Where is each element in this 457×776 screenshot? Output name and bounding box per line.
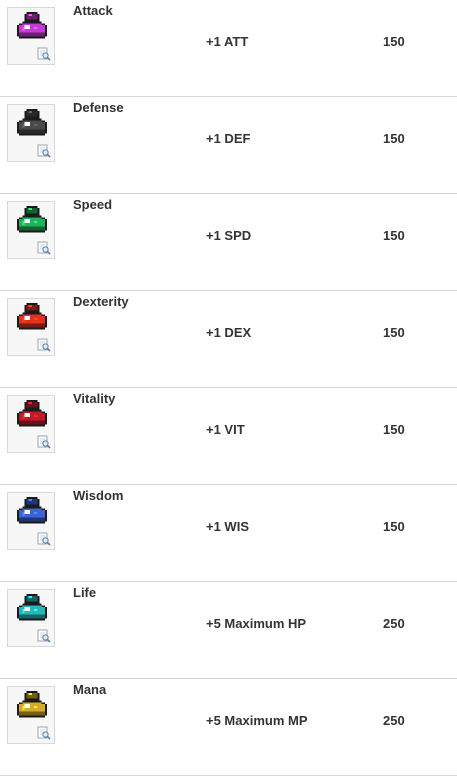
- attack-potion-icon: [17, 12, 47, 39]
- image-thumbnail[interactable]: [7, 492, 55, 550]
- item-name: Wisdom: [73, 488, 124, 503]
- life-potion-icon: [17, 594, 47, 621]
- item-price: 150: [383, 34, 405, 49]
- image-thumbnail[interactable]: [7, 395, 55, 453]
- item-price: 150: [383, 519, 405, 534]
- vitality-potion-icon: [17, 400, 47, 427]
- image-thumbnail[interactable]: [7, 7, 55, 65]
- image-thumbnail[interactable]: [7, 686, 55, 744]
- item-effect: +5 Maximum MP: [206, 713, 308, 728]
- speed-potion-icon: [17, 206, 47, 233]
- item-effect: +5 Maximum HP: [206, 616, 307, 631]
- image-thumbnail[interactable]: [7, 298, 55, 356]
- item-price: 150: [383, 228, 405, 243]
- item-effect: +1 VIT: [206, 422, 245, 437]
- item-name: Vitality: [73, 391, 116, 406]
- item-effect: +1 DEF: [206, 131, 251, 146]
- item-name: Mana: [73, 682, 107, 697]
- item-price: 150: [383, 131, 405, 146]
- list-item: Dexterity +1 DEX 150: [0, 291, 457, 388]
- item-effect: +1 ATT: [206, 34, 249, 49]
- mana-potion-icon: [17, 691, 47, 718]
- list-item: Speed +1 SPD 150: [0, 194, 457, 291]
- magnify-icon[interactable]: [37, 532, 51, 546]
- image-thumbnail[interactable]: [7, 589, 55, 647]
- item-price: 250: [383, 713, 405, 728]
- item-name: Life: [73, 585, 97, 600]
- item-price: 150: [383, 325, 405, 340]
- list-item: Life +5 Maximum HP 250: [0, 582, 457, 679]
- list-item: Vitality +1 VIT 150: [0, 388, 457, 485]
- list-item: Wisdom +1 WIS 150: [0, 485, 457, 582]
- item-name: Defense: [73, 100, 124, 115]
- list-item: Mana +5 Maximum MP 250: [0, 679, 457, 776]
- magnify-icon[interactable]: [37, 144, 51, 158]
- item-effect: +1 DEX: [206, 325, 252, 340]
- potion-list: Attack +1 ATT 150 Defense +1 DEF 150 Spe…: [0, 0, 457, 776]
- item-price: 150: [383, 422, 405, 437]
- magnify-icon[interactable]: [37, 435, 51, 449]
- item-name: Dexterity: [73, 294, 129, 309]
- dexterity-potion-icon: [17, 303, 47, 330]
- item-effect: +1 WIS: [206, 519, 249, 534]
- magnify-icon[interactable]: [37, 726, 51, 740]
- list-item: Defense +1 DEF 150: [0, 97, 457, 194]
- item-effect: +1 SPD: [206, 228, 252, 243]
- item-name: Attack: [73, 3, 113, 18]
- magnify-icon[interactable]: [37, 47, 51, 61]
- image-thumbnail[interactable]: [7, 201, 55, 259]
- item-name: Speed: [73, 197, 113, 212]
- list-item: Attack +1 ATT 150: [0, 0, 457, 97]
- magnify-icon[interactable]: [37, 338, 51, 352]
- bottom-fade: [0, 765, 457, 775]
- magnify-icon[interactable]: [37, 241, 51, 255]
- image-thumbnail[interactable]: [7, 104, 55, 162]
- defense-potion-icon: [17, 109, 47, 136]
- wisdom-potion-icon: [17, 497, 47, 524]
- item-price: 250: [383, 616, 405, 631]
- magnify-icon[interactable]: [37, 629, 51, 643]
